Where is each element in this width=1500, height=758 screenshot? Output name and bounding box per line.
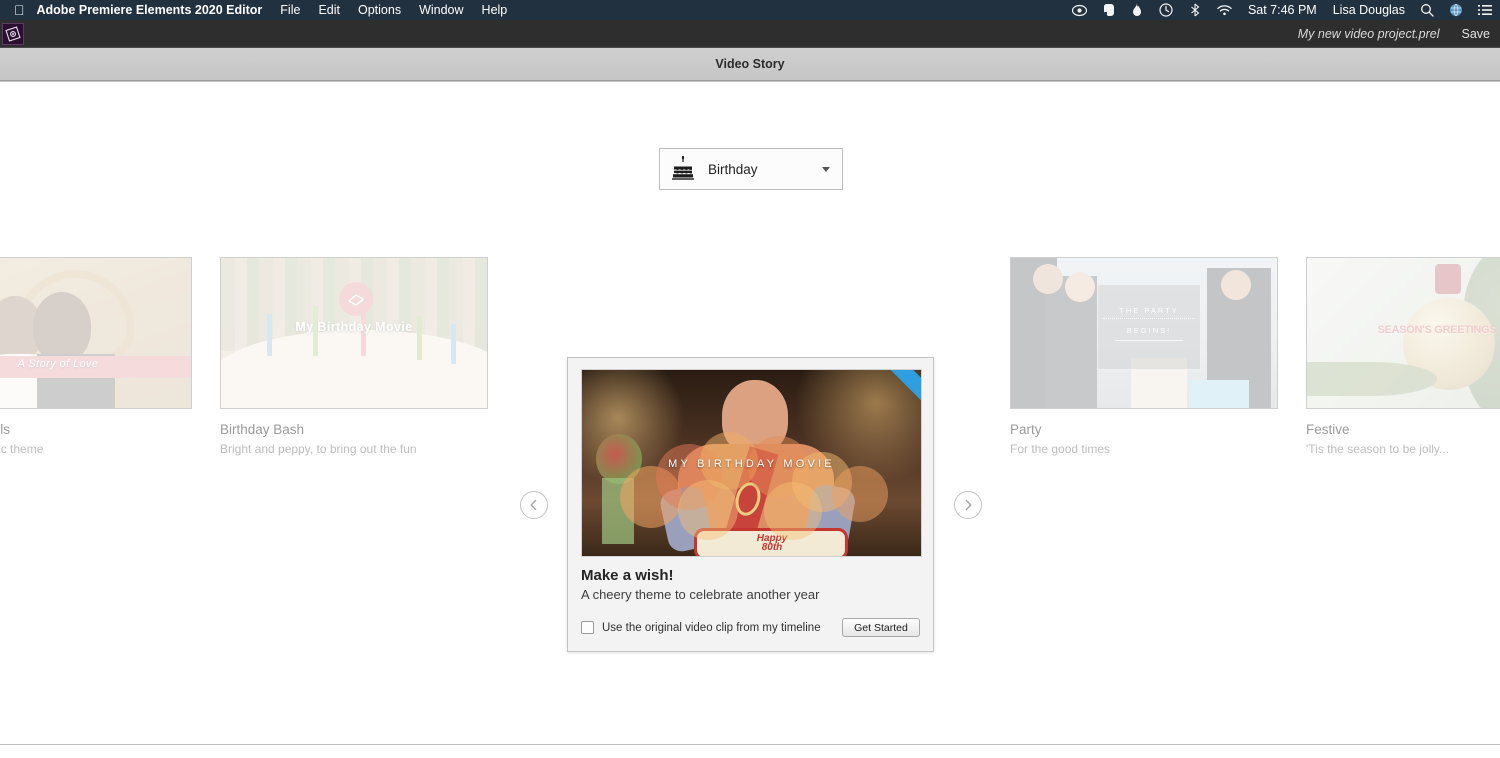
carousel-prev-button[interactable] — [520, 491, 548, 519]
get-started-button[interactable]: Get Started — [842, 618, 920, 637]
active-app-title: Adobe Premiere Elements 2020 Editor — [26, 3, 263, 17]
menu-bar-clock[interactable]: Sat 7:46 PM — [1248, 3, 1317, 17]
use-original-clip-checkbox[interactable] — [581, 621, 594, 634]
page-title: Video Story — [715, 57, 785, 71]
theme-overlay-text: A Story of Love — [17, 358, 99, 370]
premiere-elements-logo-icon[interactable] — [2, 22, 24, 45]
menu-bar-status-area: Sat 7:46 PM Lisa Douglas — [1058, 0, 1492, 20]
flame-icon[interactable] — [1130, 3, 1145, 18]
featured-theme-thumbnail: Happy 80th MY BIRTHDAY MOVIE — [581, 369, 922, 557]
featured-card-actions: Use the original video clip from my time… — [581, 618, 920, 637]
bluetooth-icon[interactable] — [1188, 3, 1203, 18]
theme-description: For the good times — [1010, 442, 1111, 456]
video-story-workspace: Birthday A Story of Love Wedding Bells A… — [0, 81, 1500, 757]
wifi-icon[interactable] — [1217, 3, 1232, 18]
theme-card-party[interactable]: THE PARTY BEGINS! Party For the good tim… — [1010, 257, 1278, 456]
panel-header: Video Story — [0, 48, 1500, 81]
menu-item-help[interactable]: Help — [482, 3, 508, 17]
party-thumbnail-art: THE PARTY BEGINS! — [1011, 258, 1277, 408]
menu-item-options[interactable]: Options — [358, 3, 401, 17]
theme-category-dropdown[interactable]: Birthday — [659, 148, 843, 190]
project-file-name: My new video project.prel — [1297, 26, 1440, 41]
menu-bar-user-name[interactable]: Lisa Douglas — [1333, 3, 1405, 17]
menu-item-window[interactable]: Window — [419, 3, 463, 17]
theme-description: 'Tis the season to be jolly... — [1306, 442, 1450, 456]
theme-name: Wedding Bells — [0, 422, 11, 437]
theme-thumbnail: A Story of Love — [0, 257, 192, 409]
theme-name: Birthday Bash — [220, 422, 305, 437]
use-original-clip-checkbox-wrap[interactable]: Use the original video clip from my time… — [581, 621, 821, 634]
birthday-bash-thumbnail-art: My Birthday Movie — [221, 258, 487, 408]
theme-thumbnail: SEASON'S GREETINGS ! — [1306, 257, 1500, 409]
featured-theme-description: A cheery theme to celebrate another year — [581, 587, 820, 602]
globe-icon[interactable] — [1448, 3, 1463, 18]
theme-category-value: Birthday — [708, 161, 758, 177]
save-button[interactable]: Save — [1462, 27, 1491, 41]
chevron-down-icon — [822, 166, 830, 172]
macos-menu-bar:  Adobe Premiere Elements 2020 Editor Fi… — [0, 0, 1500, 20]
theme-thumbnail: THE PARTY BEGINS! — [1010, 257, 1278, 409]
evernote-icon[interactable] — [1101, 3, 1116, 18]
theme-card-birthday-bash[interactable]: My Birthday Movie Birthday Bash Bright a… — [220, 257, 488, 456]
apple-logo-icon[interactable]:  — [14, 3, 25, 17]
theme-description: Bright and peppy, to bring out the fun — [220, 442, 417, 456]
menu-item-edit[interactable]: Edit — [318, 3, 340, 17]
title-bar-right-controls: My new video project.prel Save — [1298, 27, 1490, 41]
use-original-clip-label: Use the original video clip from my time… — [602, 621, 821, 634]
festive-thumbnail-art: SEASON'S GREETINGS ! — [1307, 258, 1500, 408]
theme-name: Festive — [1306, 422, 1350, 437]
theme-overlay-text: My Birthday Movie — [295, 320, 413, 334]
theme-thumbnail: My Birthday Movie — [220, 257, 488, 409]
carousel-next-button[interactable] — [954, 491, 982, 519]
theme-overlay-text: SEASON'S GREETINGS ! — [1377, 324, 1500, 336]
search-icon[interactable] — [1419, 3, 1434, 18]
bottom-divider — [0, 744, 1500, 745]
featured-theme-title: Make a wish! — [581, 567, 674, 584]
app-title-bar: My new video project.prel Save — [0, 20, 1500, 48]
birthday-cake-icon — [670, 155, 696, 182]
creative-cloud-icon[interactable] — [1071, 3, 1087, 18]
theme-name: Party — [1010, 422, 1042, 437]
time-machine-icon[interactable] — [1159, 3, 1174, 18]
theme-description: A very romantic theme — [0, 442, 44, 456]
menu-item-file[interactable]: File — [280, 3, 300, 17]
theme-card-festive[interactable]: SEASON'S GREETINGS ! Festive 'Tis the se… — [1306, 257, 1500, 456]
make-a-wish-thumbnail-art: Happy 80th MY BIRTHDAY MOVIE — [582, 370, 921, 556]
notification-list-icon[interactable] — [1477, 3, 1492, 18]
theme-card-wedding-bells[interactable]: A Story of Love Wedding Bells A very rom… — [0, 257, 192, 456]
featured-theme-card[interactable]: Happy 80th MY BIRTHDAY MOVIE Make a wish!… — [567, 357, 934, 652]
chevron-left-icon — [530, 499, 537, 511]
chevron-right-icon — [965, 499, 972, 511]
wedding-thumbnail-art: A Story of Love — [0, 258, 191, 408]
featured-overlay-text: MY BIRTHDAY MOVIE — [668, 458, 835, 470]
